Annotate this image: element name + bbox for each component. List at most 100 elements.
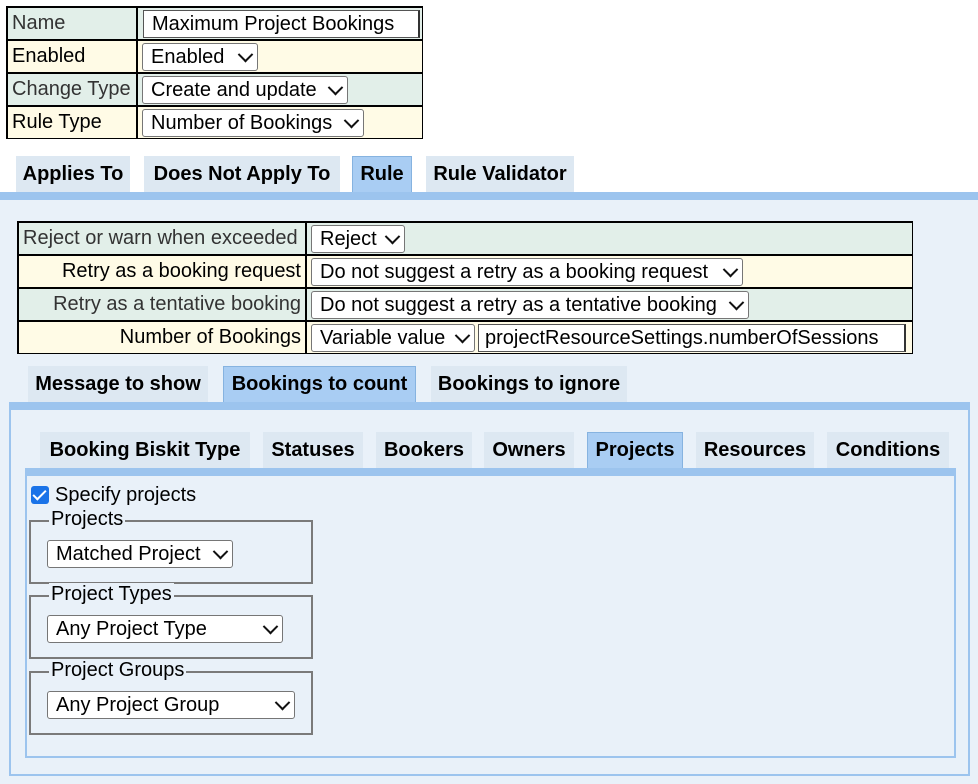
change-type-value-cell: Create and update (138, 74, 422, 105)
project-types-legend: Project Types (49, 583, 174, 606)
reject-select-value: Reject (320, 227, 377, 250)
projects-select[interactable]: Matched Project (47, 540, 233, 568)
checkmark-icon (32, 486, 47, 501)
tab-conditions[interactable]: Conditions (827, 432, 949, 468)
main-tab-bar: Applies To Does Not Apply To Rule Rule V… (0, 156, 978, 192)
chevron-down-icon (262, 618, 279, 634)
chevron-down-icon (327, 79, 344, 95)
project-types-select[interactable]: Any Project Type (47, 615, 283, 643)
tab-resources-label: Resources (703, 438, 807, 461)
change-type-label-cell: Change Type (8, 74, 136, 105)
tab-bookings-to-count[interactable]: Bookings to count (223, 366, 416, 402)
reject-label: Reject or warn when exceeded (23, 227, 298, 249)
tab-rule[interactable]: Rule (352, 156, 412, 192)
tab-owners-label: Owners (492, 438, 566, 461)
enabled-select-value: Enabled (151, 45, 225, 68)
num-bookings-mode-select[interactable]: Variable value (311, 324, 475, 352)
num-bookings-label-cell: Number of Bookings (19, 322, 305, 353)
chevron-down-icon (722, 261, 739, 277)
tab-resources[interactable]: Resources (696, 432, 814, 468)
tab-does-not-apply-to[interactable]: Does Not Apply To (144, 156, 340, 192)
project-types-fieldset: Project Types Any Project Type (29, 583, 313, 659)
projects-fieldset: Projects Matched Project (29, 508, 313, 584)
specify-projects-checkbox[interactable] (31, 486, 49, 504)
project-groups-fieldset: Project Groups Any Project Group (29, 659, 313, 735)
tab-booking-biskit-type-label: Booking Biskit Type (49, 438, 241, 461)
retry-request-value-cell: Do not suggest a retry as a booking requ… (307, 256, 912, 287)
num-bookings-expression-value: projectResourceSettings.numberOfSessions (485, 326, 879, 349)
projects-panel: Specify projects Projects Matched Projec… (25, 468, 956, 758)
retry-request-label-cell: Retry as a booking request (19, 256, 305, 287)
rule-type-value-cell: Number of Bookings (138, 107, 422, 138)
rule-header-table: Name Maximum Project Bookings Enabled En… (6, 6, 423, 139)
num-bookings-mode-value: Variable value (320, 326, 446, 349)
retry-request-select-value: Do not suggest a retry as a booking requ… (320, 260, 709, 283)
retry-tentative-select[interactable]: Do not suggest a retry as a tentative bo… (311, 291, 749, 319)
tab-projects-label: Projects (595, 439, 675, 461)
tab-bookings-to-ignore[interactable]: Bookings to ignore (431, 366, 627, 402)
retry-request-select[interactable]: Do not suggest a retry as a booking requ… (311, 258, 743, 286)
tab-bookings-to-ignore-label: Bookings to ignore (437, 372, 621, 395)
chevron-down-icon (274, 694, 291, 710)
rule-panel: Reject or warn when exceeded Reject Retr… (0, 200, 978, 784)
num-bookings-value-cell: Variable value projectResourceSettings.n… (307, 322, 912, 353)
retry-tentative-label-cell: Retry as a tentative booking (19, 289, 305, 320)
project-groups-select-value: Any Project Group (56, 693, 220, 716)
enabled-select[interactable]: Enabled (142, 43, 258, 71)
projects-legend: Projects (49, 508, 126, 531)
change-type-select[interactable]: Create and update (142, 76, 348, 104)
tab-bookers-label: Bookers (383, 438, 465, 461)
project-types-select-value: Any Project Type (56, 617, 207, 640)
tab-conditions-label: Conditions (835, 438, 941, 461)
num-bookings-label: Number of Bookings (119, 326, 301, 348)
projects-select-value: Matched Project (56, 542, 201, 565)
reject-value-cell: Reject (307, 223, 912, 254)
tab-projects[interactable]: Projects (587, 432, 683, 468)
main-tab-strip (0, 192, 978, 200)
specify-projects-row[interactable]: Specify projects (31, 482, 196, 508)
name-label-cell: Name (8, 8, 136, 39)
name-input[interactable]: Maximum Project Bookings (143, 10, 420, 38)
tab-rule-validator[interactable]: Rule Validator (426, 156, 574, 192)
retry-tentative-select-value: Do not suggest a retry as a tentative bo… (320, 293, 717, 316)
enabled-value-cell: Enabled (138, 41, 422, 72)
rule-type-label: Rule Type (12, 111, 102, 133)
tab-booking-biskit-type[interactable]: Booking Biskit Type (40, 432, 250, 468)
tab-statuses-label: Statuses (271, 438, 355, 461)
reject-select[interactable]: Reject (311, 225, 405, 253)
chevron-down-icon (384, 228, 401, 244)
chevron-down-icon (343, 112, 360, 128)
reject-label-cell: Reject or warn when exceeded (19, 223, 305, 254)
rule-type-select[interactable]: Number of Bookings (142, 109, 364, 137)
project-groups-legend: Project Groups (49, 659, 187, 682)
bookings-to-count-panel: Booking Biskit Type Statuses Bookers Own… (9, 402, 970, 776)
tab-applies-to-label: Applies To (22, 162, 124, 185)
name-value-cell: Maximum Project Bookings (138, 8, 422, 39)
tab-bookings-to-count-label: Bookings to count (231, 373, 408, 395)
enabled-label-cell: Enabled (8, 41, 136, 72)
retry-tentative-value-cell: Do not suggest a retry as a tentative bo… (307, 289, 912, 320)
name-input-value: Maximum Project Bookings (152, 12, 395, 35)
chevron-down-icon (454, 327, 471, 343)
chevron-down-icon (237, 46, 254, 62)
tab-applies-to[interactable]: Applies To (16, 156, 130, 192)
tab-owners[interactable]: Owners (484, 432, 574, 468)
retry-tentative-label: Retry as a tentative booking (53, 293, 301, 315)
change-type-label: Change Type (12, 78, 131, 100)
tab-does-not-apply-to-label: Does Not Apply To (153, 162, 331, 185)
tab-statuses[interactable]: Statuses (263, 432, 363, 468)
count-tab-bar: Booking Biskit Type Statuses Bookers Own… (11, 432, 968, 468)
rule-settings-table: Reject or warn when exceeded Reject Retr… (17, 221, 913, 354)
rule-type-select-value: Number of Bookings (151, 111, 333, 134)
change-type-select-value: Create and update (151, 78, 317, 101)
name-label: Name (12, 12, 66, 34)
tab-rule-label: Rule (360, 163, 404, 185)
retry-request-label: Retry as a booking request (61, 260, 301, 282)
tab-bookers[interactable]: Bookers (376, 432, 472, 468)
project-groups-select[interactable]: Any Project Group (47, 691, 295, 719)
specify-projects-label: Specify projects (55, 483, 197, 506)
tab-message-to-show[interactable]: Message to show (28, 366, 208, 402)
rule-subtab-bar: Message to show Bookings to count Bookin… (0, 366, 978, 402)
num-bookings-expression-input[interactable]: projectResourceSettings.numberOfSessions (478, 324, 906, 352)
rule-type-label-cell: Rule Type (8, 107, 136, 138)
